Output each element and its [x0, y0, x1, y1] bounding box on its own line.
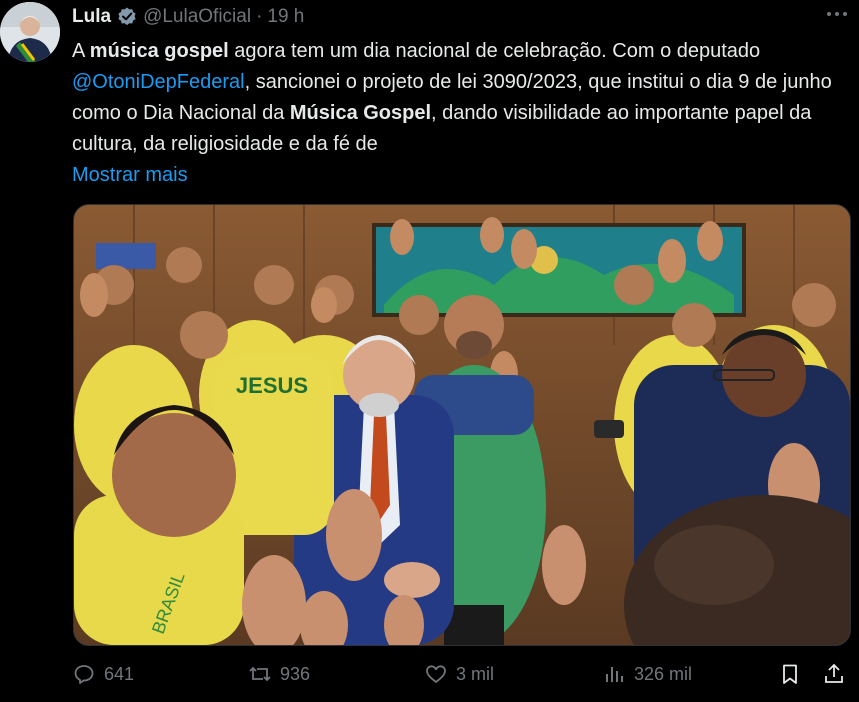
tweet-photo[interactable]: JESUS BRASIL	[73, 204, 851, 646]
like-count: 3 mil	[456, 663, 495, 684]
action-bar: 641 936 3 mil 326 mil	[72, 662, 850, 696]
tweet-text: A música gospel agora tem um dia naciona…	[72, 36, 832, 191]
avatar[interactable]	[0, 2, 60, 62]
bookmark-icon	[783, 664, 797, 684]
retweet-count: 936	[280, 663, 311, 684]
author-name[interactable]: Lula	[72, 6, 111, 28]
photo-image: JESUS BRASIL	[74, 205, 850, 645]
tweet-text-bold: Música Gospel	[289, 102, 432, 124]
reply-count: 641	[104, 663, 135, 684]
reply-button[interactable]: 641	[72, 662, 134, 686]
timestamp[interactable]: 19 h	[267, 6, 304, 28]
tweet-text-bold: música gospel	[89, 40, 229, 62]
verified-badge-icon[interactable]	[116, 6, 138, 28]
views-icon	[606, 667, 623, 682]
retweet-icon	[249, 666, 271, 682]
tweet-header: Lula @LulaOficial · 19 h	[72, 5, 304, 29]
show-more-link[interactable]: Mostrar mais	[72, 164, 188, 186]
tweet[interactable]: Lula @LulaOficial · 19 h A música gospel…	[0, 0, 859, 702]
views-count: 326 mil	[634, 663, 693, 684]
tweet-text-part: agora tem um dia nacional de celebração.…	[228, 40, 761, 62]
bookmark-button[interactable]	[778, 662, 810, 686]
heart-icon	[426, 665, 446, 683]
share-icon	[825, 663, 843, 683]
like-button[interactable]: 3 mil	[424, 662, 494, 686]
avatar-image	[0, 2, 60, 62]
separator-dot: ·	[256, 6, 263, 27]
shirt-text: JESUS	[236, 373, 308, 398]
views-button[interactable]: 326 mil	[602, 662, 692, 686]
retweet-button[interactable]: 936	[248, 662, 310, 686]
share-button[interactable]	[822, 662, 854, 686]
tweet-text-part: A	[72, 40, 90, 62]
mention-link[interactable]: @OtoniDepFederal	[72, 71, 245, 93]
more-icon[interactable]	[825, 4, 849, 30]
reply-icon	[74, 665, 94, 684]
author-handle[interactable]: @LulaOficial	[143, 6, 251, 28]
